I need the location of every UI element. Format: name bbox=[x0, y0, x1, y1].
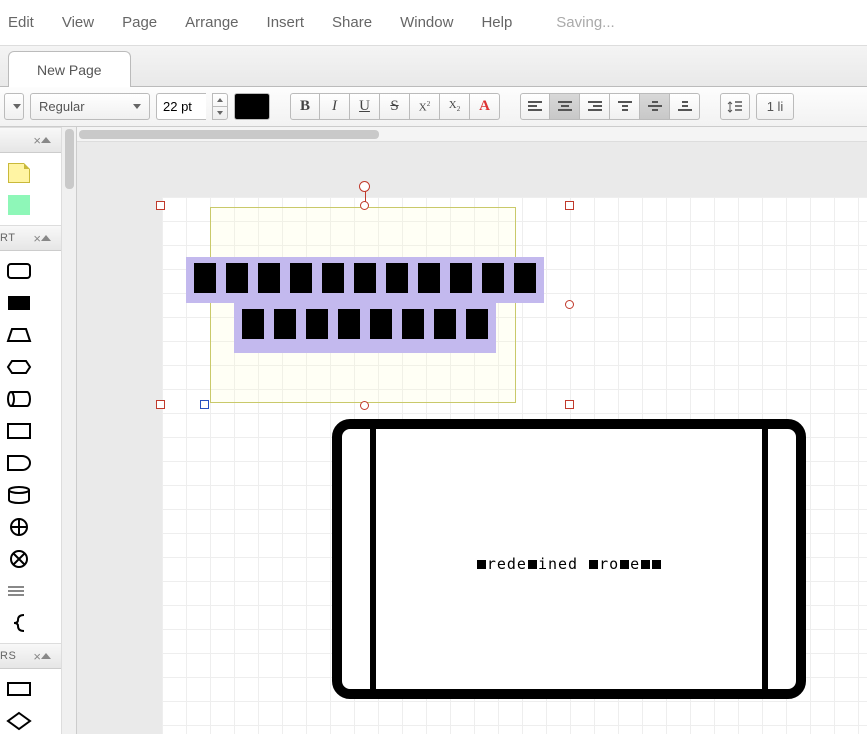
panel1-header[interactable]: × bbox=[0, 127, 61, 153]
device-frame-shape[interactable]: redeined roe bbox=[332, 419, 806, 699]
shape-hexagon[interactable] bbox=[6, 355, 32, 379]
menu-page[interactable]: Page bbox=[122, 14, 157, 31]
shape-rect2[interactable] bbox=[6, 677, 32, 701]
menu-arrange[interactable]: Arrange bbox=[185, 14, 238, 31]
panel2-close-icon[interactable]: × bbox=[33, 231, 41, 246]
tab-strip: New Page bbox=[0, 46, 867, 87]
shape-cylinder-v[interactable] bbox=[6, 483, 32, 507]
panel-scrollbar[interactable] bbox=[61, 127, 76, 734]
sticky-note-shape[interactable] bbox=[6, 161, 32, 185]
menu-window[interactable]: Window bbox=[400, 14, 453, 31]
line-spacing-button[interactable] bbox=[720, 93, 750, 120]
italic-button[interactable]: I bbox=[320, 93, 350, 120]
panel3-title: RS bbox=[0, 650, 16, 662]
menu-edit[interactable]: Edit bbox=[8, 14, 34, 31]
menu-bar: Edit View Page Arrange Insert Share Wind… bbox=[0, 0, 867, 46]
page-tab[interactable]: New Page bbox=[8, 51, 131, 87]
panel1-collapse-icon[interactable] bbox=[41, 137, 51, 143]
canvas[interactable]: redeined roe bbox=[162, 197, 867, 734]
font-size-stepper[interactable] bbox=[212, 93, 228, 120]
bold-button[interactable]: B bbox=[290, 93, 320, 120]
mint-rect-shape[interactable] bbox=[6, 193, 32, 217]
font-weight-label: Regular bbox=[39, 99, 85, 114]
superscript-button[interactable]: X2 bbox=[410, 93, 440, 120]
align-center-button[interactable] bbox=[550, 93, 580, 120]
menu-share[interactable]: Share bbox=[332, 14, 372, 31]
anchor-handle[interactable] bbox=[200, 400, 209, 409]
line-count-label: 1 li bbox=[767, 99, 784, 114]
menu-view[interactable]: View bbox=[62, 14, 94, 31]
align-top-button[interactable] bbox=[610, 93, 640, 120]
saving-status: Saving... bbox=[556, 14, 614, 31]
font-weight-select[interactable]: Regular bbox=[30, 93, 150, 120]
shape-diamond[interactable] bbox=[6, 709, 32, 733]
underline-button[interactable]: U bbox=[350, 93, 380, 120]
strike-button[interactable]: S bbox=[380, 93, 410, 120]
menu-insert[interactable]: Insert bbox=[267, 14, 305, 31]
font-family-select[interactable] bbox=[4, 93, 24, 120]
panel2-collapse-icon[interactable] bbox=[41, 235, 51, 241]
panel2-title: RT bbox=[0, 232, 15, 244]
page-tab-label: New Page bbox=[37, 62, 102, 78]
align-left-button[interactable] bbox=[520, 93, 550, 120]
panel3-collapse-icon[interactable] bbox=[41, 653, 51, 659]
shape-brace-left[interactable] bbox=[6, 611, 32, 635]
panel1-close-icon[interactable]: × bbox=[33, 133, 41, 148]
shape-half-circle[interactable] bbox=[6, 451, 32, 475]
align-right-button[interactable] bbox=[580, 93, 610, 120]
device-text: redeined roe bbox=[342, 555, 796, 573]
shape-lines[interactable] bbox=[6, 579, 32, 603]
text-color-swatch[interactable] bbox=[234, 93, 270, 120]
clear-format-button[interactable]: A bbox=[470, 93, 500, 120]
subscript-button[interactable]: X2 bbox=[440, 93, 470, 120]
shape-cylinder-h[interactable] bbox=[6, 387, 32, 411]
align-middle-button[interactable] bbox=[640, 93, 670, 120]
canvas-hscrollbar[interactable] bbox=[77, 127, 867, 142]
rotate-handle[interactable] bbox=[359, 181, 370, 192]
left-panels: × RT × bbox=[0, 127, 77, 734]
shape-trapezoid[interactable] bbox=[6, 323, 32, 347]
panel3-close-icon[interactable]: × bbox=[33, 649, 41, 664]
shape-circle-x[interactable] bbox=[6, 547, 32, 571]
shape-rounded-rect[interactable] bbox=[6, 259, 32, 283]
shape-rect-outline[interactable] bbox=[6, 419, 32, 443]
canvas-area[interactable]: redeined roe bbox=[77, 127, 867, 734]
menu-help[interactable]: Help bbox=[481, 14, 512, 31]
line-count-select[interactable]: 1 li bbox=[756, 93, 794, 120]
panel3-header[interactable]: RS × bbox=[0, 643, 61, 669]
shape-rect-fill[interactable] bbox=[6, 291, 32, 315]
keyboard-shape[interactable] bbox=[186, 257, 544, 303]
keyboard-shape-row2[interactable] bbox=[234, 303, 496, 353]
font-size-input[interactable] bbox=[156, 93, 206, 120]
panel2-header[interactable]: RT × bbox=[0, 225, 61, 251]
shape-circle-plus[interactable] bbox=[6, 515, 32, 539]
formatting-toolbar: Regular B I U S X2 X2 A 1 li bbox=[0, 87, 867, 127]
align-bottom-button[interactable] bbox=[670, 93, 700, 120]
